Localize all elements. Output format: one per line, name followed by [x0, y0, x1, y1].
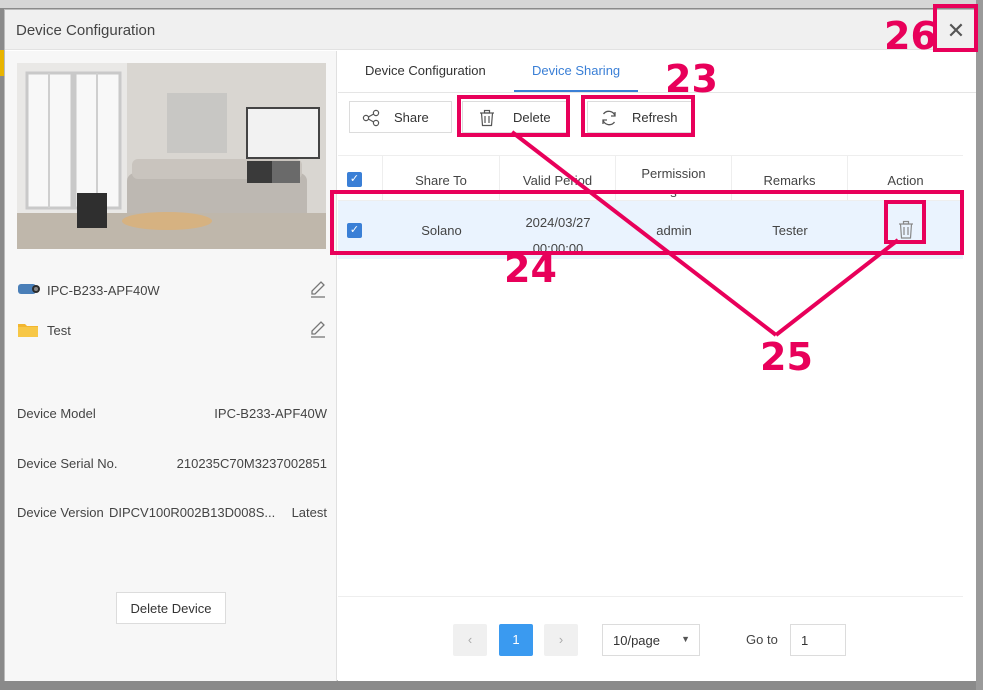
- callout-23: 23: [665, 57, 718, 101]
- callout-24: 24: [504, 247, 557, 291]
- callout-lines: [510, 130, 900, 337]
- callout-25: 25: [760, 335, 813, 379]
- callout-26: 26: [884, 14, 937, 58]
